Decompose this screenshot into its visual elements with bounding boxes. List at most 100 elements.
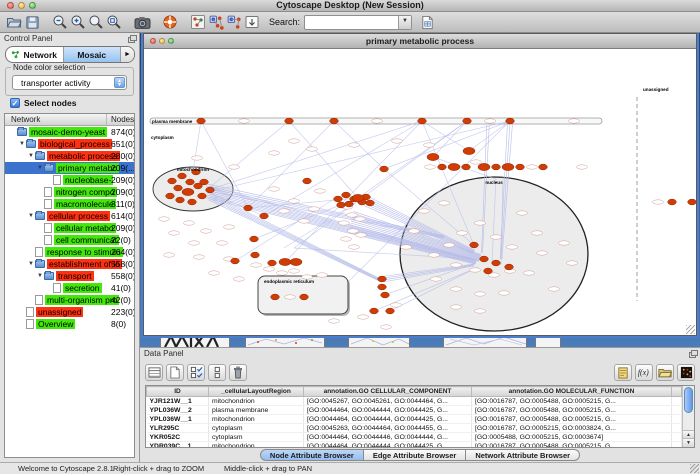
tree-item[interactable]: ▼primary metabo209(...	[5, 162, 134, 174]
zoom-fit-icon[interactable]	[105, 13, 123, 31]
tree-item[interactable]: unassigned223(0)	[5, 306, 134, 318]
tree-item[interactable]: secretion41(0)	[5, 282, 134, 294]
expand-arrow-icon[interactable]: ▼	[27, 153, 35, 159]
layout-a-icon[interactable]	[207, 13, 225, 31]
tree-item[interactable]: nitrogen compo209(0)	[5, 186, 134, 198]
matrix-icon[interactable]	[677, 364, 695, 381]
search-config-icon[interactable]	[418, 13, 436, 31]
help-icon[interactable]	[161, 13, 179, 31]
select-attributes-icon[interactable]	[145, 364, 163, 381]
status-pan-hint: Middle-click + drag to PAN	[224, 464, 312, 473]
tree-item[interactable]: multi-organism pro42(0)	[5, 294, 134, 306]
table-row[interactable]: YJR121W__1mitochondrion[GO:0045267, GO:0…	[147, 397, 682, 406]
delete-attribute-icon[interactable]	[229, 364, 247, 381]
tab-edge-attribute-browser[interactable]: Edge Attribute Browser	[364, 449, 466, 461]
frame-resize-grip-icon[interactable]	[686, 325, 695, 334]
network-frame-title: primary metabolic process	[144, 34, 696, 48]
tree-item[interactable]: ▼transport558(0)	[5, 270, 134, 282]
table-column-header[interactable]: _cellularLayoutRegion	[209, 387, 304, 397]
table-row[interactable]: YDR039C__1mitochondrion[GO:0044464, GO:0…	[147, 442, 682, 449]
search-input[interactable]: ▼	[304, 15, 412, 30]
table-row[interactable]: YPL036W__1mitochondrion[GO:0044464, GO:0…	[147, 415, 682, 424]
save-icon[interactable]	[23, 13, 41, 31]
select-nodes-checkbox[interactable]: ✓	[10, 98, 20, 108]
tab-mosaic[interactable]: Mosaic	[64, 47, 121, 62]
frame-minimize-button[interactable]	[159, 38, 165, 44]
file-icon	[44, 235, 52, 245]
table-column-header[interactable]: ID	[147, 387, 209, 397]
attribute-browser-tabs: Node Attribute Browser Edge Attribute Br…	[140, 449, 700, 461]
expand-arrow-icon[interactable]: ▼	[36, 165, 44, 171]
tree-item-count: 209(0)	[111, 223, 134, 233]
window-resize-grip-icon[interactable]	[690, 464, 699, 473]
tree-item-label: cellular process	[47, 211, 110, 221]
tree-item[interactable]: mosaic-demo-yeast874(0)	[5, 126, 134, 138]
tab-overflow-arrow-icon[interactable]: ►	[120, 47, 134, 62]
float-panel-icon[interactable]	[689, 350, 697, 357]
close-button[interactable]	[7, 2, 14, 9]
zoom-in-icon[interactable]	[69, 13, 87, 31]
tree-item[interactable]: Overview8(0)	[5, 318, 134, 330]
tab-network-attribute-browser[interactable]: Network Attribute Browser	[466, 449, 580, 461]
tree-item-label: nitrogen compo	[54, 187, 117, 197]
search-dropdown-icon[interactable]: ▼	[398, 16, 411, 29]
float-panel-icon[interactable]	[128, 35, 136, 42]
select-all-attributes-icon[interactable]	[187, 364, 205, 381]
tree-item[interactable]: macromolecule311(0)	[5, 198, 134, 210]
tree-item[interactable]: response to stimulu264(0)	[5, 246, 134, 258]
frame-zoom-button[interactable]	[168, 38, 174, 44]
network-graph[interactable]: plasma membranecytoplasmmitochondrionnuc…	[144, 49, 696, 335]
zoom-selected-icon[interactable]	[87, 13, 105, 31]
status-bar: Welcome to Cytoscape 2.8.1 Right-click +…	[0, 462, 700, 474]
tree-item-count: 264(0)	[111, 247, 134, 257]
network-tab-icon	[11, 50, 20, 59]
tree-item[interactable]: ▼establishment of lo558(0)	[5, 258, 134, 270]
table-row[interactable]: YKR052Ccytoplasm[GO:0044464, GO:0044446,…	[147, 433, 682, 442]
tree-item[interactable]: nucleobase-209(0)	[5, 174, 134, 186]
zoom-window-button[interactable]	[29, 2, 36, 9]
dropdown-stepper-icon[interactable]: ▲▼	[114, 77, 125, 88]
label-icon[interactable]	[614, 364, 632, 381]
snapshot-icon[interactable]	[133, 13, 151, 31]
scroll-down-icon[interactable]: ▼	[683, 438, 694, 447]
tree-item[interactable]: cellular metabo209(0)	[5, 222, 134, 234]
expand-arrow-icon[interactable]: ▼	[36, 273, 44, 279]
network-overview-icon[interactable]	[189, 13, 207, 31]
svg-text:plasma membrane: plasma membrane	[152, 119, 193, 124]
tree-item[interactable]: ▼metabolic process280(0)	[5, 150, 134, 162]
tab-node-attribute-browser[interactable]: Node Attribute Browser	[260, 449, 364, 461]
table-column-header[interactable]: annotation.GO MOLECULAR_FUNCTION	[472, 387, 672, 397]
expand-arrow-icon[interactable]: ▼	[27, 213, 35, 219]
new-attribute-icon[interactable]	[166, 364, 184, 381]
unselect-all-attributes-icon[interactable]	[208, 364, 226, 381]
attribute-table[interactable]: ID_cellularLayoutRegionannotation.GO CEL…	[146, 386, 682, 448]
zoom-out-icon[interactable]	[51, 13, 69, 31]
table-row[interactable]: YLR295Ccytoplasm[GO:0045263, GO:0044464,…	[147, 424, 682, 433]
layout-b-icon[interactable]	[225, 13, 243, 31]
import-attributes-icon[interactable]	[656, 364, 674, 381]
network-canvas[interactable]: plasma membranecytoplasmmitochondrionnuc…	[144, 49, 696, 335]
formula-builder-icon[interactable]: f(x)	[635, 364, 653, 381]
network-frame-titlebar[interactable]: primary metabolic process	[144, 34, 696, 49]
network-view-frame: primary metabolic process plasma membran…	[143, 33, 697, 336]
table-column-header[interactable]: annotation.GO CELLULAR_COMPONENT	[304, 387, 472, 397]
expand-arrow-icon[interactable]: ▼	[18, 141, 26, 147]
select-nodes-row: ✓ Select nodes	[10, 98, 76, 108]
minimize-button[interactable]	[18, 2, 25, 9]
manual-layout-icon[interactable]	[243, 13, 261, 31]
tree-item[interactable]: ▼cellular process614(0)	[5, 210, 134, 222]
scrollbar-thumb[interactable]	[684, 387, 693, 413]
frame-close-button[interactable]	[150, 38, 156, 44]
table-row[interactable]: YPL036W__2plasma membrane[GO:0044464, GO…	[147, 406, 682, 415]
tab-network[interactable]: Network	[6, 47, 64, 62]
tree-item[interactable]: cell communicat22(0)	[5, 234, 134, 246]
control-panel: Control Panel Network Mosaic ► Node colo…	[0, 33, 140, 463]
table-scrollbar[interactable]: ▲ ▼	[682, 386, 694, 447]
tab-network-label: Network	[23, 50, 57, 60]
open-file-icon[interactable]	[5, 13, 23, 31]
tree-item-count: 209(...	[111, 163, 134, 173]
folder-icon	[26, 140, 36, 148]
tree-item[interactable]: ▼biological_process651(0)	[5, 138, 134, 150]
node-color-dropdown[interactable]: transporter activity ▲▼	[12, 75, 127, 90]
expand-arrow-icon[interactable]: ▼	[27, 261, 35, 267]
